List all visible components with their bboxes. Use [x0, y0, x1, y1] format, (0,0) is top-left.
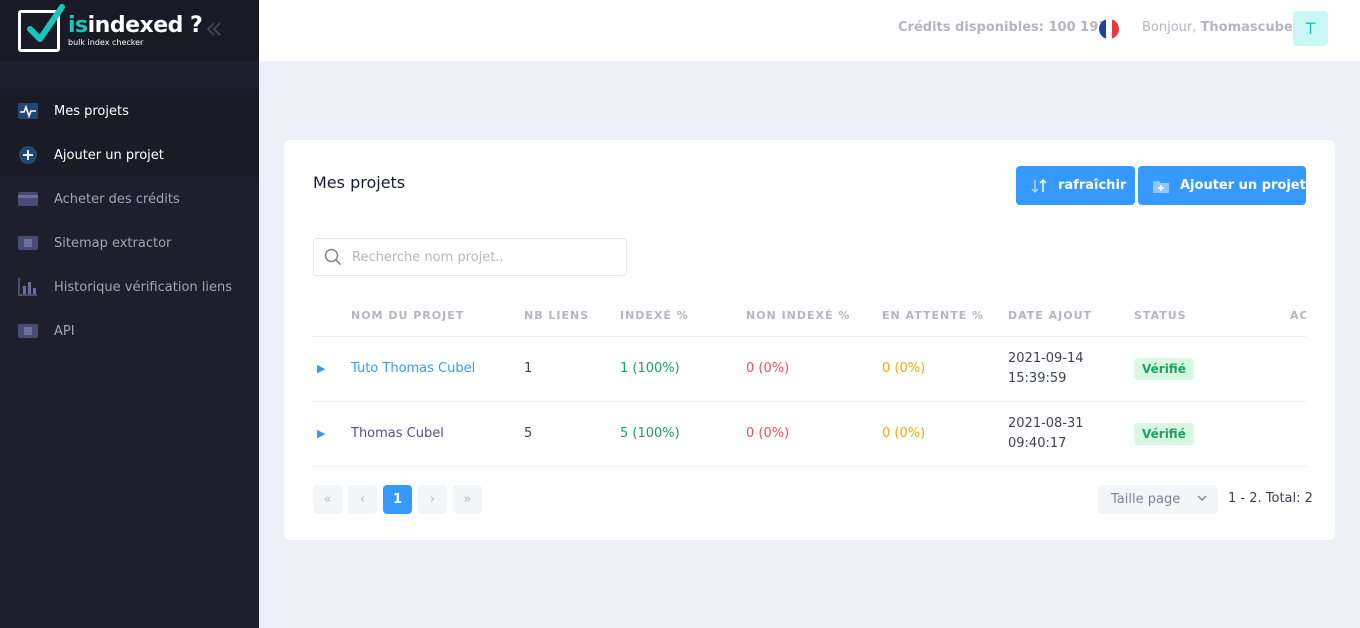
pagination: « ‹ 1 › »: [313, 485, 482, 514]
column-header[interactable]: DATE AJOUT: [1008, 296, 1134, 337]
time-value: 09:40:17: [1008, 435, 1067, 451]
page-size-label: Taille page: [1111, 492, 1181, 507]
sort-arrows-icon: [1030, 177, 1048, 195]
sidebar-item-sitemap-extractor[interactable]: Sitemap extractor: [0, 221, 259, 265]
projects-card: Mes projets rafraîchir Ajouter un projet…: [284, 140, 1335, 540]
user-greeting[interactable]: Bonjour, Thomascubel: [1142, 20, 1297, 35]
page-size-select[interactable]: Taille page: [1098, 485, 1218, 514]
sidebar-menu: Mes projets Ajouter un projet Acheter de…: [0, 89, 259, 353]
cell-not-indexed: 0 (0%): [746, 336, 882, 402]
chip-icon: [18, 233, 38, 253]
brand[interactable]: isindexed ? bulk index checker: [0, 0, 259, 61]
table-row: ▶ Thomas Cubel 5 5 (100%) 0 (0%) 0 (0%) …: [313, 401, 1306, 467]
bar-chart-icon: [18, 277, 38, 297]
sidebar-item-label: Acheter des crédits: [54, 191, 180, 207]
pagination-info: 1 - 2. Total: 2: [1228, 491, 1313, 506]
current-page-button[interactable]: 1: [383, 485, 412, 514]
date-value: 2021-08-31: [1008, 415, 1084, 431]
first-page-button[interactable]: «: [313, 485, 342, 514]
project-name-link[interactable]: Thomas Cubel: [351, 401, 524, 467]
cell-pending: 0 (0%): [882, 336, 1008, 402]
refresh-button[interactable]: rafraîchir: [1016, 166, 1135, 205]
sidebar-item-historique[interactable]: Historique vérification liens: [0, 265, 259, 309]
cell-indexed: 5 (100%): [620, 401, 746, 467]
projects-table: NOM DU PROJET NB LIENS INDEXÉ % NON INDE…: [313, 296, 1306, 467]
status-badge: Vérifié: [1134, 422, 1194, 445]
sidebar-item-acheter-credits[interactable]: Acheter des crédits: [0, 177, 259, 221]
cell-status: Vérifié: [1134, 336, 1290, 402]
plus-circle-icon: [18, 145, 38, 165]
top-header: Crédits disponibles: 100 193 Bonjour, Th…: [259, 0, 1360, 61]
logo-tagline: bulk index checker: [68, 37, 144, 47]
chevron-down-icon: [1197, 495, 1207, 502]
credits-available: Crédits disponibles: 100 193: [898, 20, 1108, 35]
cell-date: 2021-08-31 09:40:17: [1008, 401, 1134, 467]
prev-page-button[interactable]: ‹: [348, 485, 377, 514]
sidebar-item-label: Historique vérification liens: [54, 279, 233, 295]
search-box: [313, 238, 627, 276]
column-header[interactable]: EN ATTENTE %: [882, 296, 1008, 337]
project-name-link[interactable]: Tuto Thomas Cubel: [351, 336, 524, 402]
add-project-button[interactable]: Ajouter un projet: [1138, 166, 1306, 205]
cell-status: Vérifié: [1134, 401, 1290, 467]
sidebar-item-label: Sitemap extractor: [54, 235, 172, 251]
cell-indexed: 1 (100%): [620, 336, 746, 402]
table-row: ▶ Tuto Thomas Cubel 1 1 (100%) 0 (0%) 0 …: [313, 336, 1306, 402]
column-header[interactable]: STATUS: [1134, 296, 1290, 337]
sidebar-item-mes-projets[interactable]: Mes projets: [0, 89, 259, 133]
search-input[interactable]: [352, 249, 622, 265]
cell-pending: 0 (0%): [882, 401, 1008, 467]
cell-links: 1: [524, 336, 620, 402]
page-title: Mes projets: [313, 173, 406, 192]
logo-name-is: is: [68, 12, 88, 38]
column-header[interactable]: NON INDEXÉ %: [746, 296, 882, 337]
avatar[interactable]: T: [1293, 11, 1328, 46]
next-page-button[interactable]: ›: [418, 485, 447, 514]
credit-card-icon: [18, 189, 38, 209]
cell-date: 2021-09-14 15:39:59: [1008, 336, 1134, 402]
table-header-row: NOM DU PROJET NB LIENS INDEXÉ % NON INDE…: [313, 296, 1306, 337]
cell-actions: [1290, 336, 1306, 402]
pulse-icon: [18, 101, 38, 121]
username: Thomascubel: [1200, 20, 1298, 35]
expand-row-icon[interactable]: ▶: [313, 401, 351, 467]
folder-plus-icon: [1152, 177, 1170, 195]
refresh-label: rafraîchir: [1058, 178, 1127, 193]
collapse-sidebar-icon[interactable]: [204, 18, 224, 40]
sidebar-item-label: API: [54, 323, 75, 339]
logo-name-rest: indexed ?: [87, 12, 203, 38]
cell-actions: [1290, 401, 1306, 467]
date-value: 2021-09-14: [1008, 350, 1084, 366]
search-icon: [324, 248, 342, 266]
column-header[interactable]: NB LIENS: [524, 296, 620, 337]
chip-icon: [18, 321, 38, 341]
logo-text: isindexed ? bulk index checker: [68, 12, 203, 47]
column-expand: [313, 296, 351, 337]
time-value: 15:39:59: [1008, 370, 1067, 386]
last-page-button[interactable]: »: [453, 485, 482, 514]
cell-not-indexed: 0 (0%): [746, 401, 882, 467]
sidebar-item-label: Mes projets: [54, 103, 129, 119]
column-header[interactable]: AC: [1290, 296, 1306, 337]
column-header[interactable]: NOM DU PROJET: [351, 296, 524, 337]
expand-row-icon[interactable]: ▶: [313, 336, 351, 402]
greeting-prefix: Bonjour,: [1142, 20, 1197, 35]
logo-icon: [18, 3, 65, 52]
sidebar-item-api[interactable]: API: [0, 309, 259, 353]
sidebar-item-label: Ajouter un projet: [54, 147, 164, 163]
add-project-label: Ajouter un projet: [1180, 178, 1306, 193]
status-badge: Vérifié: [1134, 357, 1194, 380]
column-header[interactable]: INDEXÉ %: [620, 296, 746, 337]
french-flag-icon[interactable]: [1099, 19, 1119, 39]
cell-links: 5: [524, 401, 620, 467]
sidebar: isindexed ? bulk index checker Mes proje…: [0, 0, 259, 628]
sidebar-item-ajouter-projet[interactable]: Ajouter un projet: [0, 133, 259, 177]
